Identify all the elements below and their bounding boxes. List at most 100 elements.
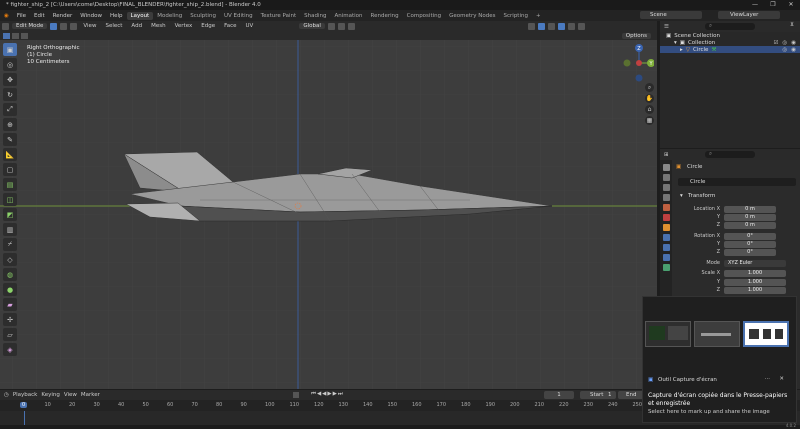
screenshot-thumbnail-1[interactable] [645,321,691,347]
physics-tab-icon[interactable] [662,254,670,261]
scale-y-field[interactable]: 1.000 [724,279,786,286]
timeline-editor-icon[interactable]: ◷ [4,392,9,398]
current-frame-field[interactable]: 1 [544,391,574,399]
view-layer-selector[interactable]: ViewLayer [718,11,780,19]
snap-icon[interactable] [337,22,345,30]
workspace-tab-sculpting[interactable]: Sculpting [186,12,220,20]
scale-x-field[interactable]: 1.000 [724,270,786,277]
xray-icon[interactable] [537,22,545,30]
maximize-button[interactable]: ❐ [764,0,782,10]
scale-tool-icon[interactable]: ⤢ [3,103,17,116]
workspace-tab-animation[interactable]: Animation [330,12,366,20]
camera-icon[interactable]: ◎ [782,40,787,46]
menu-playback[interactable]: Playback [13,392,38,398]
select-mode-subtract-icon[interactable] [21,32,28,39]
material-shading-icon[interactable] [567,22,575,30]
annotate-tool-icon[interactable]: ✎ [3,133,17,146]
menu-face[interactable]: Face [221,23,239,29]
measure-tool-icon[interactable]: 📐 [3,148,17,161]
transform-orientation-selector[interactable]: Global [299,23,325,29]
data-tab-icon[interactable] [662,264,670,271]
mode-selector[interactable]: Edit Mode [12,23,48,29]
cursor-tool-icon[interactable]: ◎ [3,58,17,71]
3d-viewport[interactable] [0,40,657,389]
particles-tab-icon[interactable] [662,244,670,251]
outliner-row-collection[interactable]: ▾ ▣ Collection ☑ ◎ ◉ [660,39,800,46]
properties-editor-icon[interactable]: ⊞ [664,152,669,158]
menu-edge[interactable]: Edge [198,23,218,29]
menu-uv[interactable]: UV [243,23,257,29]
location-y-field[interactable]: 0 m [724,214,776,221]
transform-section-title[interactable]: Transform [688,193,715,199]
wireframe-shading-icon[interactable] [547,22,555,30]
options-dropdown[interactable]: Options [621,32,651,39]
expand-chevron-icon[interactable]: ▸ [680,47,683,53]
workspace-tab-uv-editing[interactable]: UV Editing [220,12,257,20]
move-tool-icon[interactable]: ✥ [3,73,17,86]
properties-search-icon[interactable]: ⌕ [705,151,755,158]
overlay-icon[interactable] [527,22,535,30]
tool-tab-icon[interactable] [662,164,670,171]
screenshot-thumbnail-3[interactable] [743,321,789,347]
menu-view[interactable]: View [80,23,99,29]
scene-selector[interactable]: Scene [640,11,702,19]
viewport-canvas[interactable] [0,40,657,389]
section-chevron-icon[interactable]: ▾ [680,193,683,199]
camera-view-icon[interactable]: ⌂ [645,105,654,114]
workspace-tab-texture-paint[interactable]: Texture Paint [257,12,301,20]
select-mode-extend-icon[interactable] [12,32,19,39]
workspace-tab-modeling[interactable]: Modeling [153,12,186,20]
menu-timeline-view[interactable]: View [64,392,77,398]
menu-marker[interactable]: Marker [81,392,100,398]
edge-slide-tool-icon[interactable]: ▰ [3,298,17,311]
workspace-tab-geometry-nodes[interactable]: Geometry Nodes [445,12,499,20]
outliner-row-circle[interactable]: ▸ ▽ Circle ⚒ ◎ ◉ [660,46,800,53]
rip-tool-icon[interactable]: ◈ [3,343,17,356]
vertex-select-icon[interactable] [50,22,58,30]
extrude-tool-icon[interactable]: ▤ [3,178,17,191]
solid-shading-icon[interactable] [557,22,565,30]
outliner-editor-icon[interactable]: ☰ [664,24,669,30]
smooth-tool-icon[interactable]: ● [3,283,17,296]
select-box-tool-icon[interactable]: ▣ [3,43,17,56]
workspace-tab-shading[interactable]: Shading [300,12,330,20]
pan-hand-icon[interactable]: ✋ [645,94,654,103]
edge-select-icon[interactable] [60,22,68,30]
eye-icon[interactable]: ◉ [791,47,796,53]
output-tab-icon[interactable] [662,184,670,191]
rendered-shading-icon[interactable] [577,22,585,30]
close-button[interactable]: ✕ [782,0,800,10]
zoom-icon[interactable]: ⌕ [645,83,654,92]
world-tab-icon[interactable] [662,214,670,221]
pivot-icon[interactable] [327,22,335,30]
knife-tool-icon[interactable]: ⌿ [3,238,17,251]
outliner-search-icon[interactable]: ⌕ [705,23,755,30]
toast-hint[interactable]: Select here to mark up and share the ima… [648,409,788,415]
workspace-tab-rendering[interactable]: Rendering [367,12,403,20]
loop-cut-tool-icon[interactable]: ▥ [3,223,17,236]
view-layer-tab-icon[interactable] [662,194,670,201]
screenshot-notification[interactable]: ▣ Outil Capture d'écran ··· ✕ Capture d'… [642,296,797,423]
gizmo-x-icon[interactable] [636,60,642,66]
editor-type-icon[interactable] [2,22,9,30]
menu-add[interactable]: Add [128,23,145,29]
menu-select[interactable]: Select [102,23,125,29]
menu-file[interactable]: File [13,13,30,19]
menu-keying[interactable]: Keying [41,392,59,398]
scale-z-field[interactable]: 1.000 [724,287,786,294]
camera-icon[interactable]: ◎ [782,47,787,53]
rotation-y-field[interactable]: 0° [724,241,776,248]
rotation-mode-dropdown[interactable]: XYZ Euler [724,260,786,267]
playhead[interactable] [24,411,25,425]
checkbox-icon[interactable]: ☑ [773,40,778,46]
rotation-z-field[interactable]: 0° [724,249,776,256]
menu-mesh[interactable]: Mesh [148,23,168,29]
toast-close-button[interactable]: ✕ [779,376,784,382]
menu-window[interactable]: Window [76,13,106,19]
workspace-tab-scripting[interactable]: Scripting [500,12,532,20]
transform-tool-icon[interactable]: ⊕ [3,118,17,131]
record-icon[interactable] [293,392,299,398]
object-name-field[interactable]: Circle [678,178,796,186]
location-x-field[interactable]: 0 m [724,206,776,213]
rotate-tool-icon[interactable]: ↻ [3,88,17,101]
